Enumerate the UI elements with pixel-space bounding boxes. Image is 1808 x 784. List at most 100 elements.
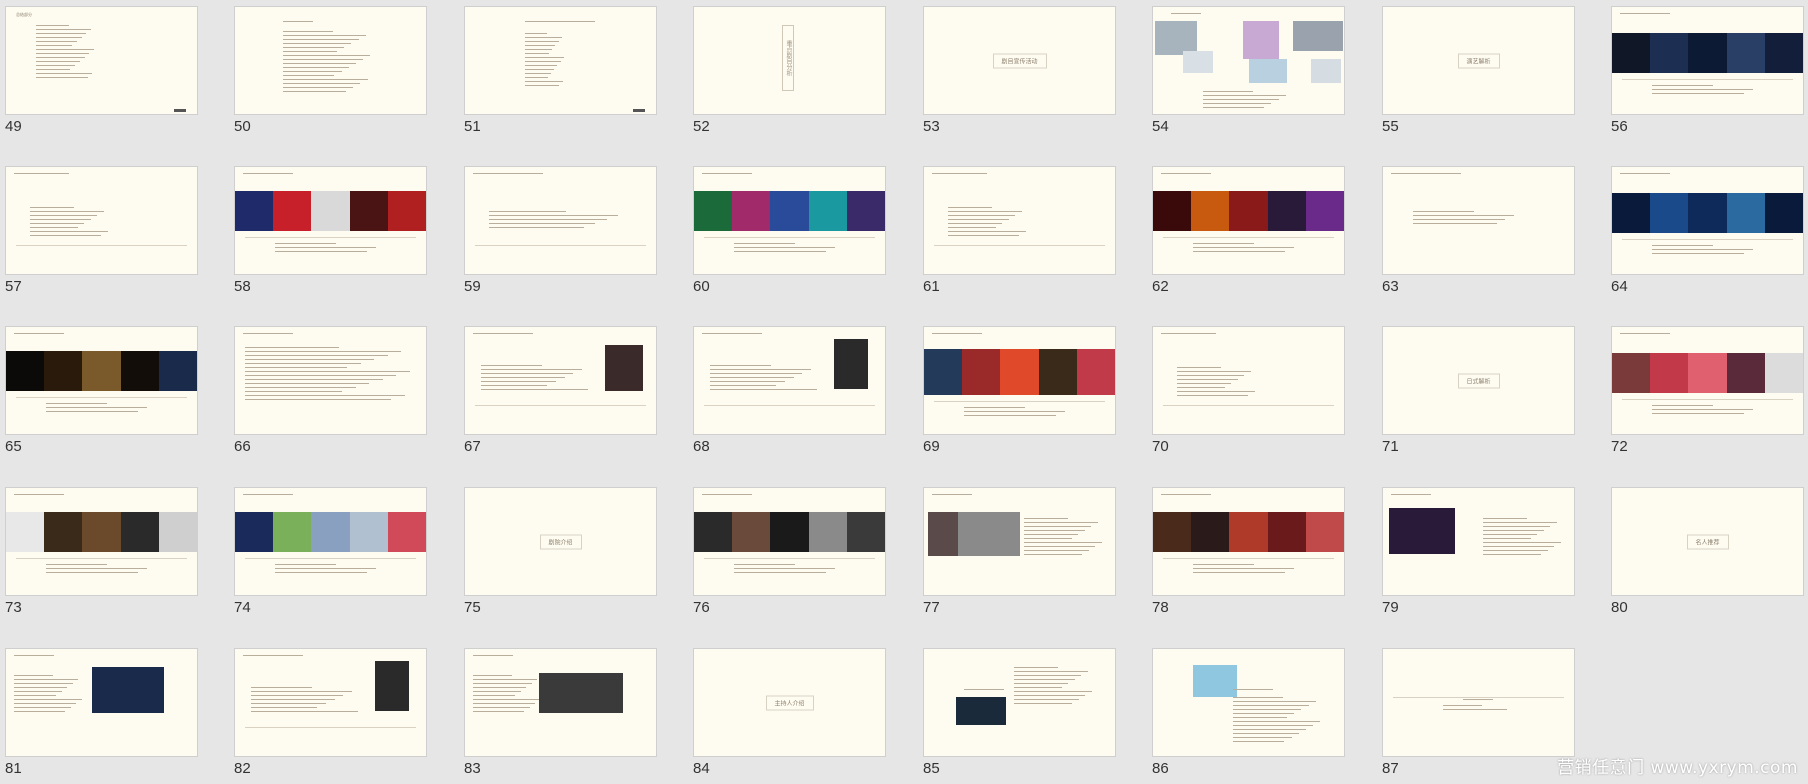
text-line xyxy=(1024,534,1079,535)
slide-thumbnail[interactable] xyxy=(1611,326,1804,435)
slide-thumbnail[interactable] xyxy=(1611,6,1804,115)
slide-thumbnail[interactable] xyxy=(5,487,198,596)
divider xyxy=(1163,237,1334,238)
slide-thumbnail[interactable] xyxy=(1152,648,1345,757)
slide-photo xyxy=(539,673,623,713)
slide-thumbnail[interactable]: 剧目宣传活动 xyxy=(923,6,1116,115)
slide-thumbnail[interactable] xyxy=(464,6,657,115)
slide-thumbnail[interactable] xyxy=(234,6,427,115)
slide-thumbnail[interactable] xyxy=(923,166,1116,275)
text-line xyxy=(245,387,356,388)
slide-cell: 56 xyxy=(1606,0,1804,140)
divider xyxy=(1622,399,1793,400)
divider xyxy=(1622,239,1793,240)
text-line xyxy=(1014,695,1086,696)
slide-thumbnail[interactable]: 剧院介绍 xyxy=(464,487,657,596)
slide-thumbnail[interactable] xyxy=(1382,487,1575,596)
slide-thumbnail[interactable] xyxy=(234,326,427,435)
slide-cell: 85 xyxy=(918,642,1116,782)
text-line xyxy=(275,243,336,244)
slide-thumbnail[interactable] xyxy=(923,326,1116,435)
slide-cell: 81 xyxy=(0,642,198,782)
slide-thumbnail[interactable] xyxy=(5,648,198,757)
text-line xyxy=(473,683,532,684)
text-line xyxy=(1177,367,1221,368)
slide-thumbnail[interactable] xyxy=(234,487,427,596)
slide-photo xyxy=(770,512,810,552)
text-line xyxy=(473,687,527,688)
slide-photo xyxy=(1153,191,1192,231)
text-line xyxy=(245,363,361,364)
slide-thumbnail[interactable] xyxy=(5,326,198,435)
text-line xyxy=(46,568,148,569)
text-line xyxy=(489,211,566,212)
title-line xyxy=(702,173,752,174)
text-line xyxy=(710,389,817,390)
text-line xyxy=(473,711,525,712)
slide-thumbnail[interactable] xyxy=(464,648,657,757)
slide-thumbnail[interactable]: 主持人介绍 xyxy=(693,648,886,757)
slide-thumbnail[interactable] xyxy=(234,648,427,757)
text-line xyxy=(525,69,555,70)
slide-thumbnail[interactable] xyxy=(5,166,198,275)
slide-number: 78 xyxy=(1152,599,1169,616)
slide-thumbnail[interactable] xyxy=(1152,487,1345,596)
text-line xyxy=(1483,554,1542,555)
slide-thumbnail[interactable] xyxy=(693,166,886,275)
title-line xyxy=(14,333,64,334)
slide-photo xyxy=(1650,33,1689,73)
slide-thumbnail[interactable] xyxy=(464,166,657,275)
text-line xyxy=(489,219,607,220)
slide-thumbnail[interactable]: 重点剧目分析 xyxy=(693,6,886,115)
slide-photo xyxy=(82,512,122,552)
divider xyxy=(934,401,1105,402)
text-line xyxy=(46,572,139,573)
slide-photo xyxy=(1650,193,1689,233)
slide-thumbnail[interactable] xyxy=(1152,326,1345,435)
slide-thumbnail[interactable] xyxy=(1382,166,1575,275)
slide-thumbnail[interactable] xyxy=(923,648,1116,757)
slide-number: 55 xyxy=(1382,118,1399,135)
slide-photo xyxy=(6,351,45,391)
slide-thumbnail[interactable] xyxy=(464,326,657,435)
slide-cell: 70 xyxy=(1147,320,1345,460)
slide-thumbnail[interactable]: 演艺解析 xyxy=(1382,6,1575,115)
slide-photo xyxy=(1229,512,1269,552)
slide-thumbnail[interactable] xyxy=(1611,166,1804,275)
slide-number: 62 xyxy=(1152,278,1169,295)
text-line xyxy=(1193,568,1295,569)
slide-thumbnail[interactable]: 总结部分 xyxy=(5,6,198,115)
text-line xyxy=(36,25,69,26)
text-line xyxy=(1413,219,1506,220)
slide-cell: 日式解析 71 xyxy=(1377,320,1575,460)
slide-thumbnail[interactable] xyxy=(693,326,886,435)
text-line xyxy=(1024,554,1083,555)
slide-thumbnail[interactable] xyxy=(1382,648,1575,757)
text-line xyxy=(1233,697,1283,698)
portrait-photo xyxy=(375,661,409,711)
slide-thumbnail[interactable] xyxy=(234,166,427,275)
text-line xyxy=(283,63,356,64)
text-line xyxy=(525,57,564,58)
slide-thumbnail[interactable] xyxy=(1152,6,1345,115)
slide-thumbnail[interactable] xyxy=(923,487,1116,596)
slide-cell: 87 xyxy=(1377,642,1575,782)
slide-thumbnail[interactable] xyxy=(693,487,886,596)
text-line xyxy=(1483,526,1551,527)
slide-thumbnail[interactable] xyxy=(1152,166,1345,275)
slide-photo xyxy=(158,351,197,391)
text-line xyxy=(1177,379,1238,380)
slide-photo xyxy=(1764,33,1803,73)
text-line xyxy=(283,47,345,48)
slide-thumbnail[interactable]: 日式解析 xyxy=(1382,326,1575,435)
slide-thumbnail[interactable]: 名人推荐 xyxy=(1611,487,1804,596)
text-line xyxy=(14,679,79,680)
text-line xyxy=(473,691,521,692)
text-line xyxy=(36,65,75,66)
text-line xyxy=(1193,572,1286,573)
text-line xyxy=(1483,534,1538,535)
slide-cell: 79 xyxy=(1377,481,1575,621)
text-line xyxy=(251,695,344,696)
slide-cell: 62 xyxy=(1147,160,1345,300)
slide-heading: 日式解析 xyxy=(1457,373,1500,388)
